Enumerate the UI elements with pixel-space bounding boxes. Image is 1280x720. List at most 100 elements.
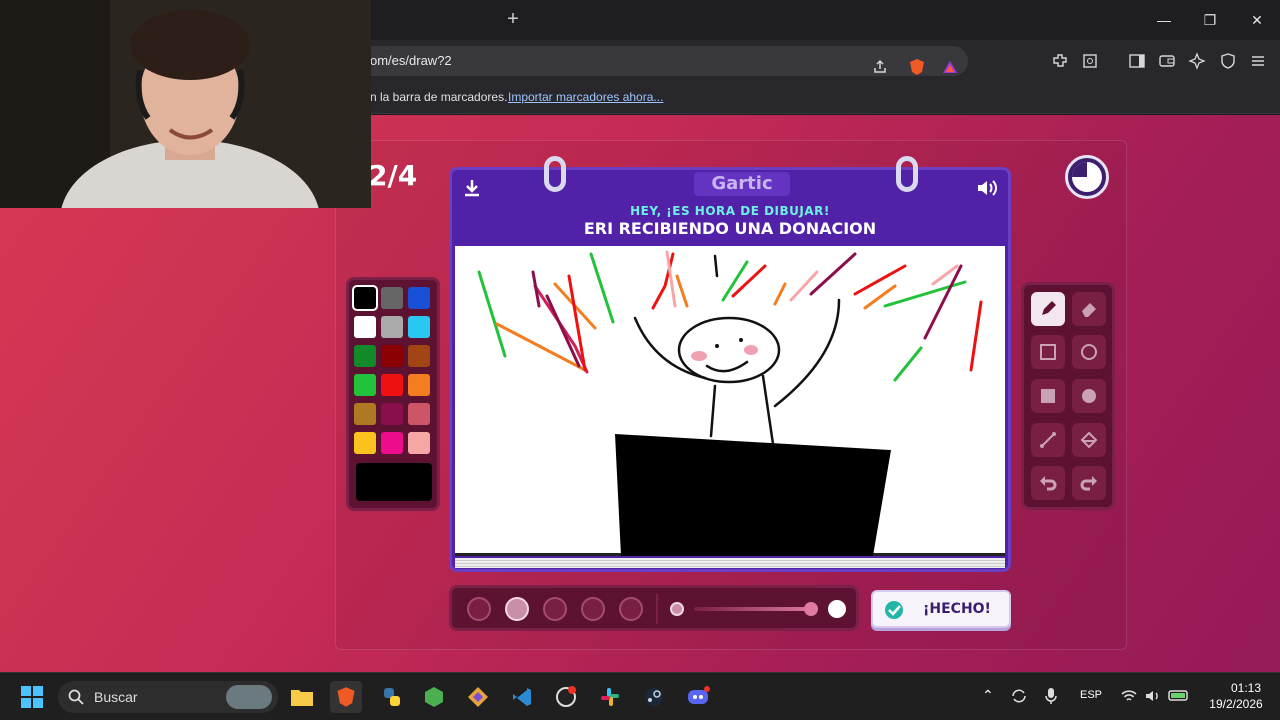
undo-button[interactable] [1031,466,1065,500]
discord-app[interactable] [682,681,714,713]
menu-icon[interactable] [1246,40,1270,82]
color-swatch[interactable] [408,403,430,425]
color-swatch[interactable] [381,403,403,425]
brush-size-5[interactable] [619,597,643,621]
color-swatch[interactable] [354,316,376,338]
draw-prompt: ERI RECIBIENDO UNA DONACION [583,219,877,238]
opacity-thumb[interactable] [804,602,818,616]
import-bookmarks-link[interactable]: Importar marcadores ahora... [508,90,663,104]
sound-icon[interactable] [974,176,1002,200]
color-swatch[interactable] [381,374,403,396]
draw-heading: HEY, ¡ES HORA DE DIBUJAR! [630,204,830,218]
eraser-icon [1082,303,1096,317]
file-explorer-app[interactable] [286,681,318,713]
language-indicator[interactable]: ESP [1080,689,1102,701]
fill-bucket-tool[interactable] [1072,423,1106,457]
download-icon[interactable] [460,176,488,200]
color-swatch[interactable] [381,287,403,309]
ellipse-fill-tool[interactable] [1072,379,1106,413]
color-swatch[interactable] [354,345,376,367]
done-button[interactable]: ¡HECHO! [871,590,1011,628]
reader-icon[interactable] [1078,40,1102,82]
color-swatch[interactable] [354,432,376,454]
circle-outline-icon [1081,344,1097,360]
wallet-icon[interactable] [1155,40,1179,82]
search-icon [68,689,84,705]
search-label: Buscar [94,689,138,705]
brush-size-3[interactable] [543,597,567,621]
opacity-slider[interactable] [694,607,814,611]
brush-controls [449,585,859,631]
clock-date[interactable]: 19/2/2026 [1204,697,1268,711]
close-window-button[interactable]: ✕ [1245,8,1269,32]
controls-divider [656,594,658,624]
square-fill-icon [1041,389,1055,403]
brave-app[interactable] [330,681,362,713]
address-bar[interactable]: om/es/draw?2 [340,46,968,76]
circle-fill-icon [1082,389,1096,403]
color-palette [346,277,440,511]
color-swatch[interactable] [408,345,430,367]
redo-button[interactable] [1072,466,1106,500]
wifi-icon[interactable] [1120,687,1138,710]
clock-time[interactable]: 01:13 [1224,681,1268,695]
color-swatch[interactable] [408,432,430,454]
gitkraken-app[interactable] [462,681,494,713]
color-swatch[interactable] [408,374,430,396]
search-highlight-image [226,685,272,709]
steam-app[interactable] [638,681,670,713]
obs-app[interactable] [550,681,582,713]
pencil-icon [1042,301,1056,315]
color-swatch[interactable] [381,316,403,338]
color-swatch[interactable] [354,403,376,425]
folder-icon [291,690,313,706]
color-swatch[interactable] [381,432,403,454]
slack-app[interactable] [594,681,626,713]
volume-icon[interactable] [1144,687,1162,710]
minecraft-app[interactable] [418,681,450,713]
color-swatch[interactable] [381,345,403,367]
timer-icon [1065,155,1109,199]
pencil-tool[interactable] [1031,292,1065,326]
square-outline-icon [1040,344,1056,360]
vpn-icon[interactable] [1216,40,1240,82]
webcam-overlay [0,0,371,208]
extensions-icon[interactable] [1048,40,1072,82]
new-tab-button[interactable]: + [502,8,524,30]
taskbar-search[interactable]: Buscar [58,681,278,713]
slack-icon [601,688,619,706]
color-swatch[interactable] [408,287,430,309]
vscode-app[interactable] [506,681,538,713]
line-tool[interactable] [1031,423,1065,457]
windows-taskbar: Buscar ⌃ ESP 01:13 19/2/2026 [0,672,1280,720]
opacity-min-icon [670,602,684,616]
eye-right [739,338,743,342]
color-swatch[interactable] [354,374,376,396]
python-icon [384,688,400,706]
sidebar-icon[interactable] [1125,40,1149,82]
brush-size-2[interactable] [505,597,529,621]
color-swatch[interactable] [408,316,430,338]
color-swatch[interactable] [352,285,378,311]
minimize-button[interactable]: — [1152,8,1176,32]
start-button[interactable] [16,681,48,713]
opacity-max-icon [828,600,846,618]
steam-icon [645,688,663,706]
ellipse-outline-tool[interactable] [1072,335,1106,369]
rectangle-outline-tool[interactable] [1031,335,1065,369]
python-app[interactable] [376,681,408,713]
microphone-icon[interactable] [1044,687,1058,710]
restore-button[interactable]: ❐ [1198,8,1222,32]
brush-size-4[interactable] [581,597,605,621]
notebook-edge [455,558,1005,568]
redo-icon [1080,476,1097,491]
eraser-tool[interactable] [1072,292,1106,326]
cube-icon [425,687,443,707]
rectangle-fill-tool[interactable] [1031,379,1065,413]
battery-icon[interactable] [1168,687,1190,708]
tray-chevron-icon[interactable]: ⌃ [982,687,994,704]
sync-icon[interactable] [1010,687,1028,710]
brush-size-1[interactable] [467,597,491,621]
leo-ai-icon[interactable] [1185,40,1209,82]
drawing-canvas[interactable] [455,246,1005,556]
